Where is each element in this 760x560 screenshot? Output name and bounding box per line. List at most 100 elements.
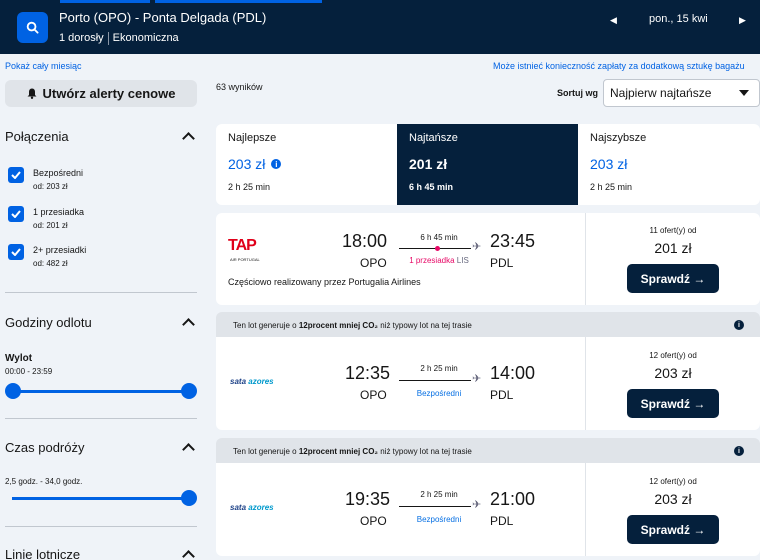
duration-slider-handle[interactable] <box>181 490 197 506</box>
departure-time: 18:00 <box>342 231 388 251</box>
sort-label: Sortuj wg <box>557 88 598 98</box>
divider <box>5 526 197 527</box>
departure-airport: OPO <box>360 388 387 402</box>
checkbox-checked[interactable] <box>8 244 24 260</box>
tab-best[interactable]: Najlepsze 203 zł i 2 h 25 min <box>216 124 397 205</box>
tab-fastest[interactable]: Najszybsze 203 zł 2 h 25 min <box>578 124 759 205</box>
chevron-up-icon[interactable] <box>182 318 195 331</box>
arrival-time: 21:00 <box>490 489 536 509</box>
filter-label: 1 przesiadka <box>33 207 85 217</box>
divider <box>585 213 586 305</box>
flight-duration: 2 h 25 min <box>420 364 458 373</box>
duration-slider-track[interactable] <box>12 497 188 500</box>
plane-icon: ✈ <box>472 373 482 385</box>
flight-price: 201 zł <box>654 240 692 256</box>
arrival-airport: PDL <box>490 388 514 402</box>
filter-duration-title[interactable]: Czas podróży <box>5 440 84 455</box>
flight-card[interactable]: sata azores 19:35 OPO 2 h 25 min ✈ Bezpo… <box>216 463 760 556</box>
arrival-airport: PDL <box>490 256 514 270</box>
co2-highlight: 12procent mniej CO₂ <box>298 446 378 456</box>
passengers: 1 dorosły <box>59 32 104 44</box>
price-alert-label: Utwórz alerty cenowe <box>42 86 176 101</box>
select-flight-button[interactable]: Sprawdź → <box>627 389 719 418</box>
airline-name-accent: azores <box>248 377 274 386</box>
search-icon <box>26 21 39 34</box>
duration-range: 2,5 godz. - 34,0 godz. <box>5 477 83 486</box>
filter-label: Bezpośredni <box>33 168 84 178</box>
arrival-airport: PDL <box>490 514 514 528</box>
trip-details[interactable]: 1 dorosły Ekonomiczna <box>59 32 179 45</box>
flight-price: 203 zł <box>654 365 692 381</box>
header-accent-bar <box>60 0 150 3</box>
tab-cheapest[interactable]: Najtańsze 201 zł 6 h 45 min <box>397 124 578 205</box>
offers-count: 12 ofert(y) od <box>649 351 697 360</box>
route-line <box>399 506 471 507</box>
results-count: 63 wyników <box>216 82 263 92</box>
sort-tabs: Najlepsze 203 zł i 2 h 25 min Najtańsze 2… <box>216 124 760 205</box>
select-flight-button[interactable]: Sprawdź → <box>627 515 719 544</box>
info-icon[interactable]: i <box>734 320 744 330</box>
baggage-note-link[interactable]: Może istnieć konieczność zapłaty za doda… <box>493 61 745 71</box>
co2-banner: Ten lot generuje o 12procent mniej CO₂ n… <box>216 438 760 464</box>
flight-duration: 2 h 25 min <box>420 490 458 499</box>
plane-icon: ✈ <box>472 241 482 253</box>
stops-info: 1 przesiadka LIS <box>409 256 469 265</box>
tab-price: 201 zł <box>409 156 448 172</box>
price-alert-button[interactable]: Utwórz alerty cenowe <box>5 80 197 107</box>
divider <box>585 337 586 430</box>
search-header: Porto (OPO) - Ponta Delgada (PDL) 1 doro… <box>0 0 760 54</box>
checkbox-checked[interactable] <box>8 167 24 183</box>
tab-price: 203 zł <box>590 156 628 172</box>
flight-card[interactable]: TAP AIR PORTUGAL 18:00 OPO 6 h 45 min ✈ … <box>216 213 760 305</box>
info-icon[interactable]: i <box>734 446 744 456</box>
airline-name-accent: azores <box>248 503 274 512</box>
chevron-up-icon[interactable] <box>182 132 195 145</box>
bell-icon <box>27 88 37 99</box>
select-flight-button[interactable]: Sprawdź → <box>627 264 719 293</box>
airline-name: sata <box>230 503 247 512</box>
filter-departure-title[interactable]: Godziny odlotu <box>5 315 92 330</box>
whole-month-link[interactable]: Pokaż cały miesiąc <box>5 61 82 71</box>
tab-duration: 6 h 45 min <box>409 182 454 192</box>
departure-slider-max-handle[interactable] <box>181 383 197 399</box>
chevron-up-icon[interactable] <box>182 443 195 456</box>
stop-marker <box>435 246 440 251</box>
co2-suffix: niż typowy lot na tej trasie <box>380 320 472 330</box>
flight-duration: 6 h 45 min <box>420 233 458 242</box>
header-accent-bar <box>155 0 322 3</box>
info-icon[interactable]: i <box>271 159 282 169</box>
departure-slider-track[interactable] <box>12 390 188 393</box>
filter-connections-title[interactable]: Połączenia <box>5 129 69 144</box>
search-button[interactable] <box>17 12 48 43</box>
airline-logo: TAP <box>228 237 257 255</box>
date-label[interactable]: pon., 15 kwi <box>649 13 708 25</box>
departure-slider-min-handle[interactable] <box>5 383 21 399</box>
divider <box>5 418 197 419</box>
airline-logo: sata azores <box>230 377 274 386</box>
chevron-up-icon[interactable] <box>182 550 195 560</box>
filter-label: 2+ przesiadki <box>33 245 87 255</box>
co2-prefix: Ten lot generuje o <box>233 320 297 330</box>
flight-card[interactable]: sata azores 12:35 OPO 2 h 25 min ✈ Bezpo… <box>216 337 760 430</box>
filter-airlines-title[interactable]: Linie lotnicze <box>5 547 80 560</box>
co2-prefix: Ten lot generuje o <box>233 446 297 456</box>
filter-price: od: 201 zł <box>33 221 68 230</box>
offers-count: 11 ofert(y) od <box>649 226 697 235</box>
tab-label: Najlepsze <box>228 132 277 144</box>
previous-date-icon[interactable]: ◀ <box>610 15 617 26</box>
tab-label: Najtańsze <box>409 132 458 144</box>
arrival-time: 23:45 <box>490 231 536 251</box>
departure-time: 19:35 <box>345 489 391 509</box>
filter-price: od: 203 zł <box>33 182 68 191</box>
cabin-class: Ekonomiczna <box>112 32 179 44</box>
tab-price: 203 zł <box>228 156 266 172</box>
checkbox-checked[interactable] <box>8 206 24 222</box>
sort-value: Najpierw najtańsze <box>610 86 712 100</box>
sort-dropdown[interactable]: Najpierw najtańsze <box>603 79 760 107</box>
next-date-icon[interactable]: ▶ <box>739 15 746 26</box>
departure-range: 00:00 - 23:59 <box>5 367 53 376</box>
route-title[interactable]: Porto (OPO) - Ponta Delgada (PDL) <box>59 10 266 25</box>
stops-info: Bezpośredni <box>416 389 462 398</box>
arrival-time: 14:00 <box>490 363 536 383</box>
tab-duration: 2 h 25 min <box>590 182 633 192</box>
